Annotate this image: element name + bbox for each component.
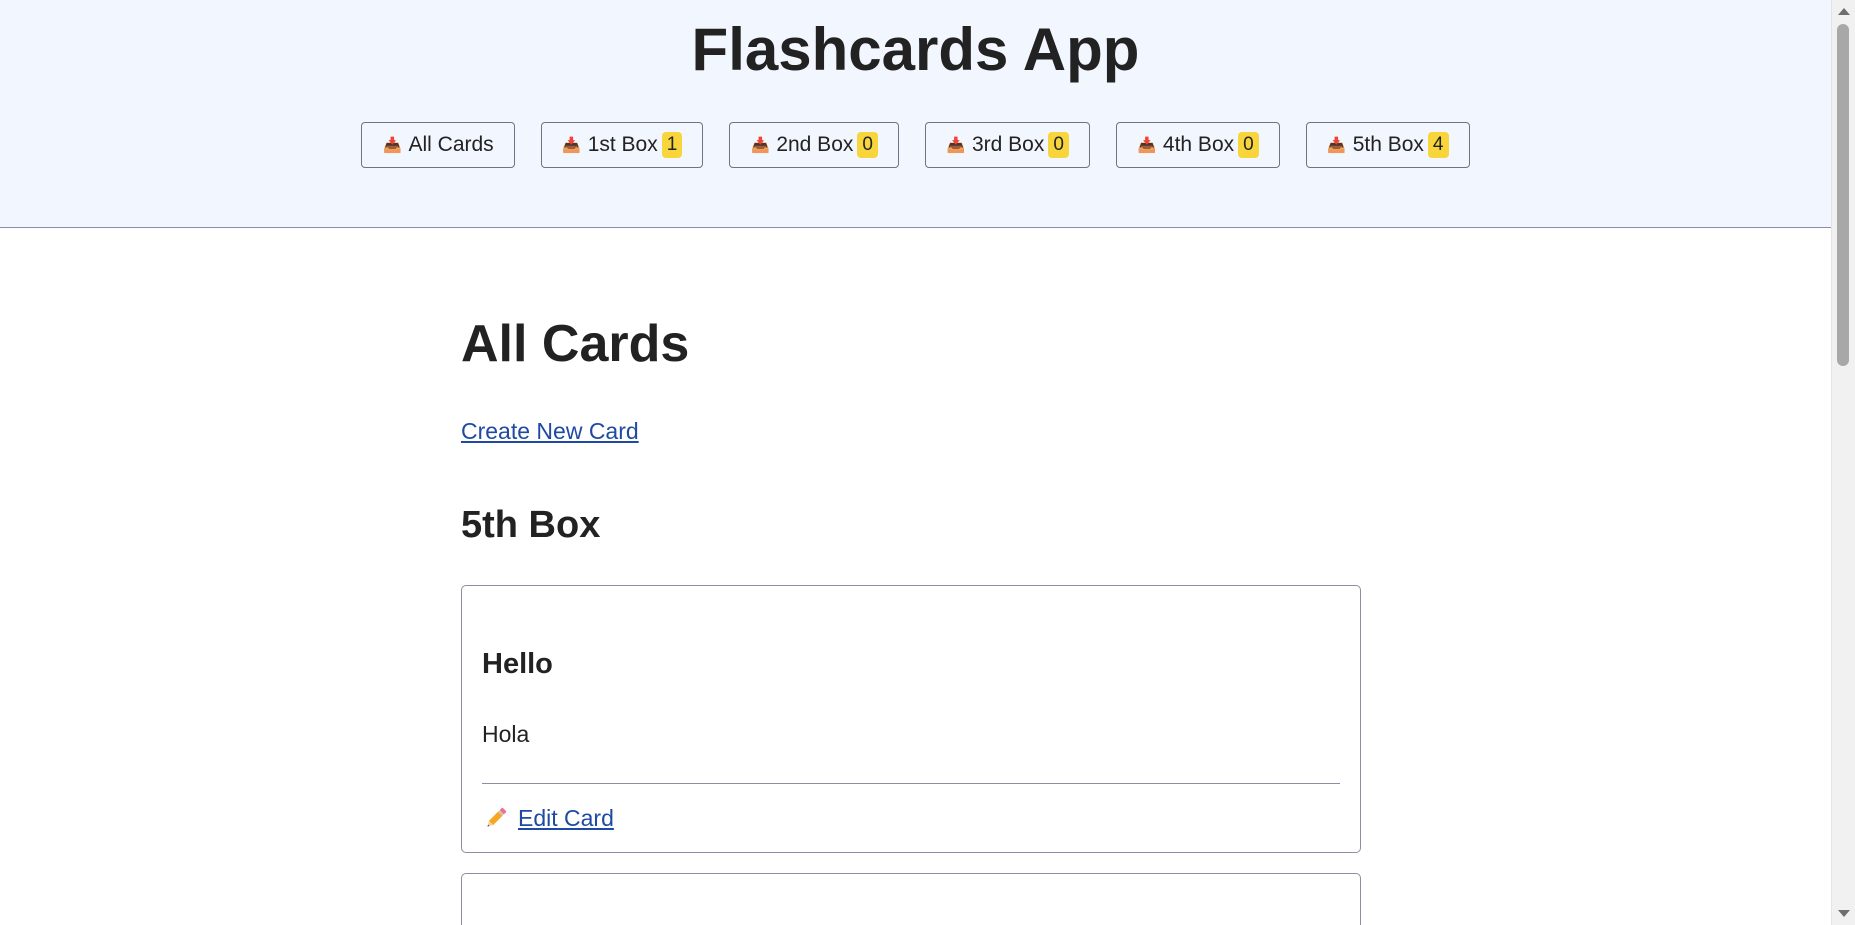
app-header: Flashcards App 📥 All Cards 📥 1st Box 1 📥… <box>0 0 1831 228</box>
box-tray-icon: 📥 <box>1327 137 1347 154</box>
count-badge: 0 <box>1238 132 1259 158</box>
edit-card-link[interactable]: Edit Card <box>482 804 614 832</box>
nav-label: 1st Box <box>587 133 658 156</box>
nav-label: 2nd Box <box>776 133 854 156</box>
app-title: Flashcards App <box>691 16 1140 83</box>
browser-viewport: Flashcards App 📥 All Cards 📥 1st Box 1 📥… <box>0 0 1855 925</box>
nav-label: 5th Box <box>1352 133 1424 156</box>
section-title: 5th Box <box>461 504 601 546</box>
nav-4th-box-button[interactable]: 📥 4th Box 0 <box>1115 122 1280 168</box>
count-badge: 0 <box>1048 132 1069 158</box>
nav-5th-box-button[interactable]: 📥 5th Box 4 <box>1305 122 1470 168</box>
nav-all-cards-button[interactable]: 📥 All Cards <box>361 122 515 168</box>
nav-label: All Cards <box>408 133 494 156</box>
nav-label: 3rd Box <box>971 133 1045 156</box>
nav-label: 4th Box <box>1162 133 1235 156</box>
card-divider <box>482 783 1340 784</box>
box-tray-icon: 📥 <box>562 137 582 154</box>
page: Flashcards App 📥 All Cards 📥 1st Box 1 📥… <box>0 0 1831 925</box>
scroll-up-arrow-icon[interactable] <box>1838 8 1850 15</box>
scrollbar-thumb[interactable] <box>1837 24 1849 366</box>
box-tray-icon: 📥 <box>1137 137 1157 154</box>
vertical-scrollbar[interactable] <box>1831 0 1855 925</box>
flashcard <box>461 873 1361 925</box>
nav-1st-box-button[interactable]: 📥 1st Box 1 <box>540 122 704 168</box>
create-new-card-link[interactable]: Create New Card <box>461 418 639 445</box>
count-badge: 1 <box>661 132 683 158</box>
box-tray-icon: 📥 <box>946 137 966 154</box>
card-back-text: Hola <box>482 721 530 747</box>
flashcard: Hello Hola Edit Card <box>461 585 1361 853</box>
scroll-down-arrow-icon[interactable] <box>1838 910 1850 917</box>
edit-card-label: Edit Card <box>518 804 614 831</box>
box-nav: 📥 All Cards 📥 1st Box 1 📥 2nd Box 0 📥 3r… <box>0 122 1831 168</box>
main-content: All Cards Create New Card 5th Box Hello … <box>461 228 1361 925</box>
card-front-text: Hello <box>482 648 553 680</box>
nav-3rd-box-button[interactable]: 📥 3rd Box 0 <box>924 122 1090 168</box>
count-badge: 0 <box>857 132 878 158</box>
pencil-icon <box>487 807 507 827</box>
page-title: All Cards <box>461 315 690 373</box>
box-tray-icon: 📥 <box>750 137 770 154</box>
nav-2nd-box-button[interactable]: 📥 2nd Box 0 <box>729 122 899 168</box>
count-badge: 4 <box>1427 132 1449 158</box>
inbox-tray-icon: 📥 <box>383 137 402 154</box>
